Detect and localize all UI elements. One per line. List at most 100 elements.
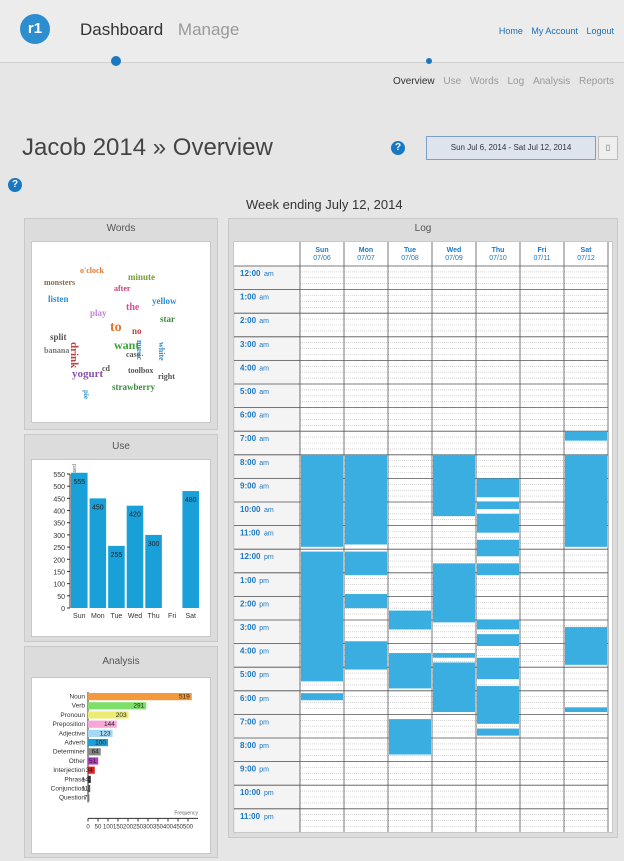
analysis-row-label: Noun [69, 694, 85, 701]
log-hour-ampm: pm [259, 696, 269, 703]
log-hour-ampm: am [259, 342, 269, 349]
log-usage-block [477, 657, 519, 679]
log-day-date: 07/06 [313, 255, 331, 262]
use-y-tick-label: 400 [53, 509, 65, 516]
analysis-x-tick-label: 0 [86, 824, 90, 830]
log-hour-label: 6:00 [240, 694, 257, 703]
log-hour-label: 2:00 [240, 599, 257, 608]
overview-active-indicator [426, 58, 432, 64]
use-x-tick-label: Fri [168, 613, 177, 620]
log-hour-label: 10:00 [240, 505, 261, 514]
word-cloud-word: split [50, 332, 67, 342]
log-hour-label: 11:00 [240, 812, 261, 821]
word-cloud-word: toolbox [128, 366, 154, 375]
word-cloud-word: yogurt [72, 368, 104, 380]
log-hour-label: 6:00 [240, 411, 257, 420]
log-usage-block [301, 551, 343, 682]
home-link[interactable]: Home [499, 26, 523, 36]
use-y-tick-label: 450 [53, 496, 65, 503]
word-cloud-word: no [132, 326, 142, 336]
analysis-bar-value: 519 [179, 694, 190, 701]
log-usage-block [301, 693, 343, 701]
date-range-picker[interactable]: Sun Jul 6, 2014 - Sat Jul 12, 2014 [426, 136, 596, 160]
log-hour-ampm: am [259, 295, 269, 302]
log-usage-block [477, 502, 519, 510]
logout-link[interactable]: Logout [586, 26, 614, 36]
analysis-bar-value: 100 [95, 740, 106, 747]
log-usage-block [389, 610, 431, 630]
my-account-link[interactable]: My Account [531, 26, 578, 36]
log-usage-block [477, 686, 519, 724]
tab-overview[interactable]: Overview [393, 76, 435, 87]
tab-use[interactable]: Use [443, 76, 461, 87]
log-usage-block [477, 728, 519, 736]
log-hour-ampm: pm [259, 672, 269, 679]
log-hour-ampm: pm [264, 814, 274, 821]
app-logo[interactable]: r1 [20, 14, 50, 44]
log-usage-block [433, 454, 475, 517]
word-cloud-word: white [157, 342, 166, 361]
analysis-row-label: Conjunction [51, 786, 86, 793]
use-y-tick-label: 350 [53, 521, 65, 528]
use-x-tick-label: Wed [128, 613, 142, 620]
use-bar-value: 480 [185, 497, 197, 504]
use-bar-value: 420 [129, 512, 141, 519]
log-hour-ampm: pm [259, 578, 269, 585]
log-hour-ampm: pm [259, 767, 269, 774]
use-bar [89, 498, 107, 608]
log-hour-ampm: am [259, 389, 269, 396]
log-usage-block [477, 513, 519, 533]
log-hour-label: 3:00 [240, 340, 257, 349]
log-day-date: 07/09 [445, 255, 463, 262]
analysis-row-label: Preposition [52, 721, 85, 728]
log-hour-ampm: pm [259, 601, 269, 608]
dashboard-active-indicator [111, 56, 121, 66]
log-panel: Log Sun 07/06 Mon 07/07 Tue 07/08 Wed 07/09 Thu 0… [228, 218, 618, 838]
help-icon[interactable]: ? [391, 141, 405, 155]
calendar-icon[interactable]: ▯ [598, 136, 618, 160]
log-grid: Sun 07/06 Mon 07/07 Tue 07/08 Wed 07/09 Thu 07/10… [233, 241, 613, 833]
log-hour-ampm: am [264, 271, 274, 278]
tab-analysis[interactable]: Analysis [533, 76, 570, 87]
log-hour-ampm: am [264, 531, 274, 538]
page-help-icon[interactable]: ? [8, 178, 22, 192]
analysis-row-label: Pronoun [60, 712, 85, 719]
analysis-bar-value: 51 [89, 758, 97, 765]
analysis-bar-value: 14 [82, 776, 90, 783]
use-chart-container: 050100150200250300350400450500550Minutes… [31, 459, 211, 637]
analysis-panel: Analysis Noun 519 Verb 291 Pronoun 203 Preposi… [24, 646, 218, 858]
word-cloud-word: the [126, 302, 140, 313]
log-hour-label: 2:00 [240, 316, 257, 325]
log-hour-ampm: am [259, 318, 269, 325]
nav-manage[interactable]: Manage [178, 20, 239, 39]
analysis-row-label: Question [59, 795, 85, 802]
nav-dashboard[interactable]: Dashboard [80, 20, 163, 39]
use-bar [71, 472, 88, 608]
log-hour-label: 1:00 [240, 576, 257, 585]
log-hour-ampm: am [259, 413, 269, 420]
log-usage-block [477, 620, 519, 630]
log-hour-ampm: am [259, 365, 269, 372]
log-usage-block [345, 641, 387, 670]
analysis-bar-value: 7 [84, 795, 88, 802]
tab-log[interactable]: Log [507, 76, 524, 87]
word-cloud-word: pie [82, 390, 90, 399]
tab-reports[interactable]: Reports [579, 76, 614, 87]
word-cloud-word: listen [48, 294, 69, 304]
use-y-tick-label: 100 [53, 582, 65, 589]
analysis-row-label: Determiner [53, 749, 86, 756]
account-links: Home My Account Logout [493, 26, 614, 36]
log-hour-label: 10:00 [240, 788, 261, 797]
main-nav: Dashboard Manage [80, 20, 249, 40]
tab-words[interactable]: Words [470, 76, 499, 87]
log-hour-label: 7:00 [240, 434, 257, 443]
word-cloud-word: to [110, 320, 122, 335]
log-hour-ampm: am [259, 483, 269, 490]
log-hour-label: 4:00 [240, 647, 257, 656]
log-hour-label: 11:00 [240, 529, 261, 538]
analysis-x-tick-label: 500 [183, 824, 194, 830]
page-title: Jacob 2014 » Overview [22, 134, 273, 161]
word-cloud-word: play [90, 308, 107, 318]
analysis-row-label: Adverb [64, 740, 85, 747]
use-y-tick-label: 550 [53, 472, 65, 479]
